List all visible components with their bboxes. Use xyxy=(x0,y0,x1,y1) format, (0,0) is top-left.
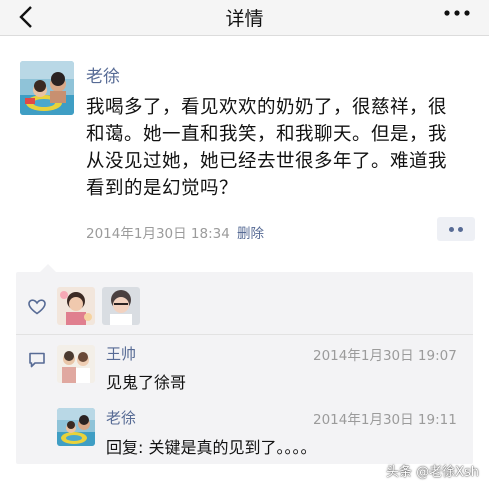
comment-timestamp: 2014年1月30日 19:07 xyxy=(313,348,457,364)
liker-avatar[interactable] xyxy=(102,287,140,325)
commenter-avatar[interactable] xyxy=(57,345,95,383)
post-author-name[interactable]: 老徐 xyxy=(86,62,120,87)
comment-icon xyxy=(29,352,45,368)
post-timestamp: 2014年1月30日 18:34 xyxy=(86,226,230,242)
commenter-name[interactable]: 王帅 xyxy=(106,343,136,364)
avatar-photo xyxy=(20,61,74,115)
moments-detail-page: 详情 老徐 我喝多了，看见欢欢的奶奶了，很慈祥，很和蔼。她一直和我笑，和我聊天。… xyxy=(0,0,489,488)
commenter-name[interactable]: 老徐 xyxy=(106,407,136,428)
comment-text[interactable]: 回复: 关键是真的见到了。。。。 xyxy=(106,434,316,458)
more-dot-icon xyxy=(458,227,463,232)
comment-text[interactable]: 见鬼了徐哥 xyxy=(106,369,186,393)
post-content: 我喝多了，看见欢欢的奶奶了，很慈祥，很和蔼。她一直和我笑，和我聊天。但是，我从没… xyxy=(86,97,448,199)
avatar-photo xyxy=(57,408,95,446)
post-author-avatar[interactable] xyxy=(20,61,74,115)
comment-timestamp: 2014年1月30日 19:11 xyxy=(313,412,457,428)
page-title: 详情 xyxy=(225,8,264,30)
avatar-photo xyxy=(102,287,140,325)
top-nav-bar: 详情 xyxy=(0,0,489,36)
post-actions-button[interactable] xyxy=(437,217,475,241)
commenter-avatar[interactable] xyxy=(57,408,95,446)
liker-avatar[interactable] xyxy=(57,287,95,325)
panel-pointer xyxy=(40,264,56,272)
panel-divider xyxy=(16,334,473,335)
more-dot-icon xyxy=(449,227,454,232)
more-dots-icon[interactable] xyxy=(443,6,471,20)
heart-icon xyxy=(28,299,46,315)
avatar-photo xyxy=(57,345,95,383)
avatar-photo xyxy=(57,287,95,325)
watermark: 头条 @老徐Xsh xyxy=(385,465,479,480)
delete-post-link[interactable]: 删除 xyxy=(237,222,264,242)
